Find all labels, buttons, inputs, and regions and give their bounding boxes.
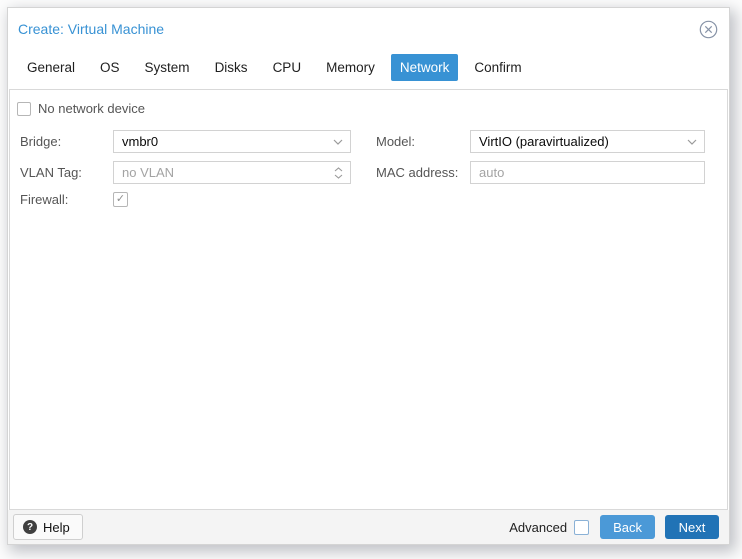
dialog-title: Create: Virtual Machine — [18, 21, 164, 37]
dialog-titlebar: Create: Virtual Machine — [8, 8, 729, 46]
bridge-value: vmbr0 — [114, 134, 350, 149]
help-button[interactable]: ? Help — [13, 514, 83, 540]
vlan-tag-input[interactable] — [114, 162, 350, 183]
advanced-label: Advanced — [509, 520, 567, 535]
tab-memory[interactable]: Memory — [317, 54, 384, 81]
firewall-checkbox[interactable] — [113, 192, 128, 207]
tab-os[interactable]: OS — [91, 54, 129, 81]
bridge-label: Bridge: — [10, 134, 113, 149]
help-button-label: Help — [43, 520, 70, 535]
tab-system[interactable]: System — [136, 54, 199, 81]
mac-address-input[interactable] — [471, 162, 704, 183]
bridge-model-row: Bridge: vmbr0 Model: VirtIO (paravirtual… — [10, 130, 727, 153]
bridge-combobox[interactable]: vmbr0 — [113, 130, 351, 153]
model-value: VirtIO (paravirtualized) — [471, 134, 704, 149]
close-icon[interactable] — [699, 20, 718, 39]
screen: Create: Virtual Machine General OS Syste… — [0, 0, 742, 559]
vlan-tag-spinner — [113, 161, 351, 184]
create-vm-dialog: Create: Virtual Machine General OS Syste… — [7, 7, 730, 545]
mac-address-label: MAC address: — [351, 165, 470, 180]
chevron-down-icon[interactable] — [687, 139, 697, 145]
no-network-device-checkbox[interactable] — [17, 102, 31, 116]
next-button[interactable]: Next — [665, 515, 719, 539]
vlan-tag-label: VLAN Tag: — [10, 165, 113, 180]
model-combobox[interactable]: VirtIO (paravirtualized) — [470, 130, 705, 153]
network-form: Bridge: vmbr0 Model: VirtIO (paravirtual… — [10, 130, 727, 207]
tab-disks[interactable]: Disks — [206, 54, 257, 81]
mac-address-field — [470, 161, 705, 184]
dialog-footer: ? Help Advanced Back Next — [8, 510, 729, 544]
tab-network[interactable]: Network — [391, 54, 459, 81]
model-label: Model: — [351, 134, 470, 149]
wizard-tabbar: General OS System Disks CPU Memory Netwo… — [18, 54, 729, 81]
firewall-label: Firewall: — [10, 192, 113, 207]
spinner-up-down-icon[interactable] — [334, 167, 343, 179]
no-network-device-label: No network device — [38, 101, 145, 116]
firewall-row: Firewall: — [10, 192, 727, 207]
tab-confirm[interactable]: Confirm — [465, 54, 530, 81]
no-network-device-row: No network device — [17, 101, 727, 116]
chevron-down-icon[interactable] — [333, 139, 343, 145]
back-button[interactable]: Back — [600, 515, 655, 539]
network-tab-panel: No network device Bridge: vmbr0 Model: V… — [9, 89, 728, 510]
vlan-mac-row: VLAN Tag: MAC address: — [10, 161, 727, 184]
question-circle-icon: ? — [23, 520, 37, 534]
tab-cpu[interactable]: CPU — [264, 54, 311, 81]
advanced-checkbox[interactable] — [574, 520, 589, 535]
tab-general[interactable]: General — [18, 54, 84, 81]
